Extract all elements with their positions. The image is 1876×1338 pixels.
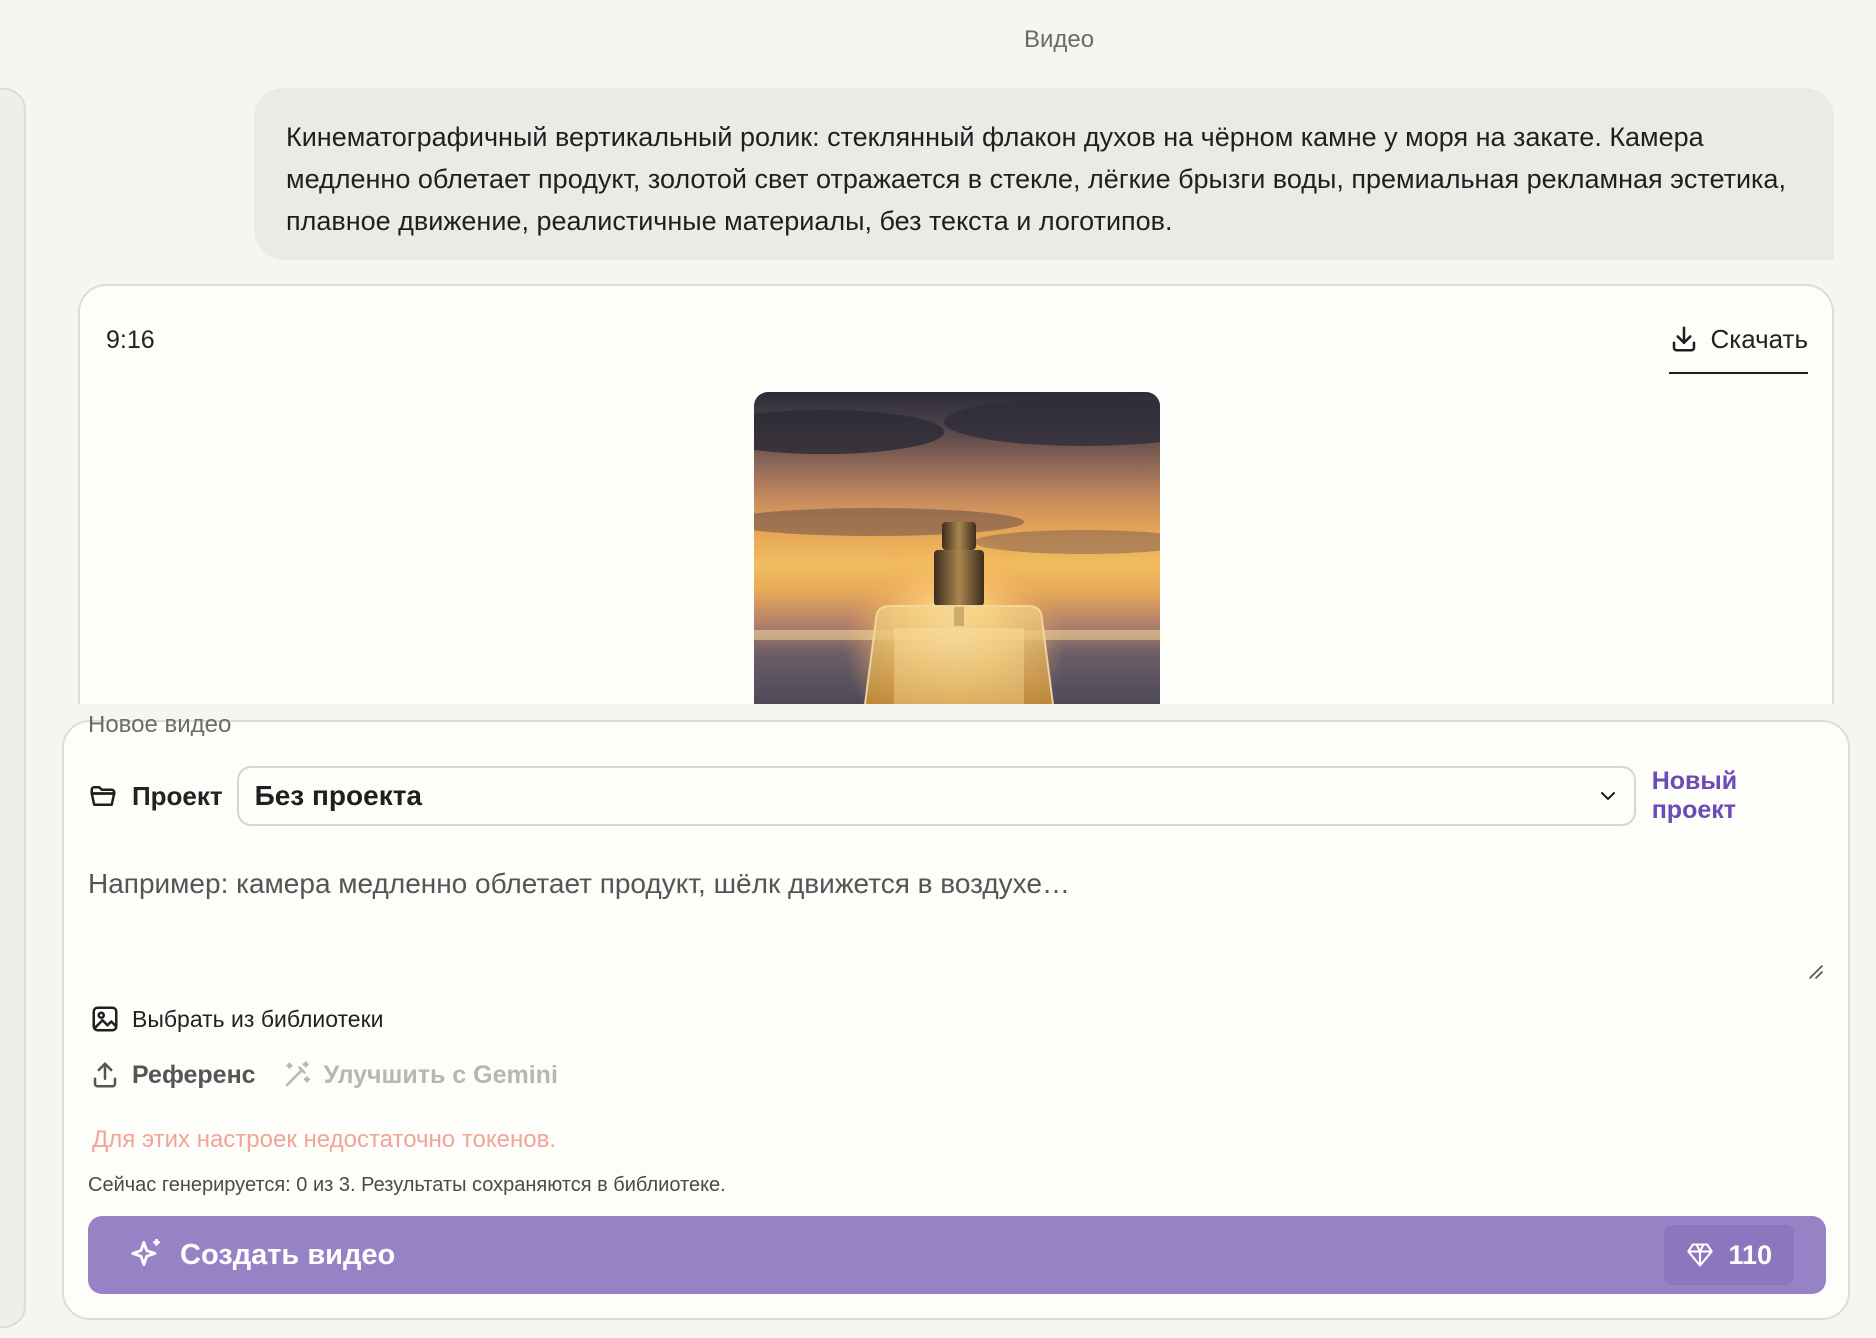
token-cost-value: 110 [1728,1239,1772,1270]
project-row: Проект Без проекта Новый проект [88,766,1828,826]
create-video-label: Создать видео [180,1238,396,1271]
chevron-down-icon [1600,792,1615,801]
user-prompt-bubble: Кинематографичный вертикальный ролик: ст… [254,88,1834,260]
aspect-ratio-label: 9:16 [106,326,155,354]
sparkles-icon [131,1239,160,1266]
generation-status: Сейчас генерируется: 0 из 3. Результаты … [88,1174,726,1196]
create-video-button[interactable]: Создать видео 110 [88,1216,1826,1294]
gem-icon [1687,1243,1714,1267]
tools-row: Референс Улучшить с Gemini [90,1060,558,1090]
gemini-label: Улучшить с Gemini [323,1060,558,1089]
insufficient-tokens-warning: Для этих настроек недостаточно токенов. [92,1126,557,1153]
perfume-bottle-image [754,398,1160,704]
library-label: Выбрать из библиотеки [132,1005,384,1032]
project-select[interactable]: Без проекта [236,766,1636,826]
new-video-composer: Новое видео Проект Без проекта Новый про… [62,716,1850,1320]
reference-label: Референс [132,1060,256,1089]
download-icon [1672,326,1695,352]
download-label: Скачать [1710,324,1809,354]
image-icon [92,1006,118,1032]
project-label: Проект [131,780,223,811]
composer-title: Новое видео [88,716,232,736]
enhance-with-gemini-button[interactable]: Улучшить с Gemini [282,1060,558,1090]
upload-icon [93,1062,117,1088]
prompt-input[interactable] [88,868,1828,992]
video-page: Видео Кинематографичный вертикальный рол… [0,0,1876,1338]
project-select-value: Без проекта [254,780,422,811]
download-button[interactable]: Скачать [1668,324,1809,374]
magic-wand-icon [285,1061,310,1087]
folder-icon [90,786,116,806]
section-title: Видео [1023,26,1095,53]
sidebar-panel [0,88,26,1328]
video-preview[interactable] [754,392,1160,704]
choose-from-library-button[interactable]: Выбрать из библиотеки [90,1004,384,1034]
resize-grip-icon[interactable] [1806,962,1824,980]
new-project-link[interactable]: Новый проект [1652,767,1828,825]
reference-button[interactable]: Референс [90,1060,256,1090]
token-cost-badge: 110 [1664,1225,1794,1285]
video-result-card: 9:16 Скачать [78,284,1834,704]
